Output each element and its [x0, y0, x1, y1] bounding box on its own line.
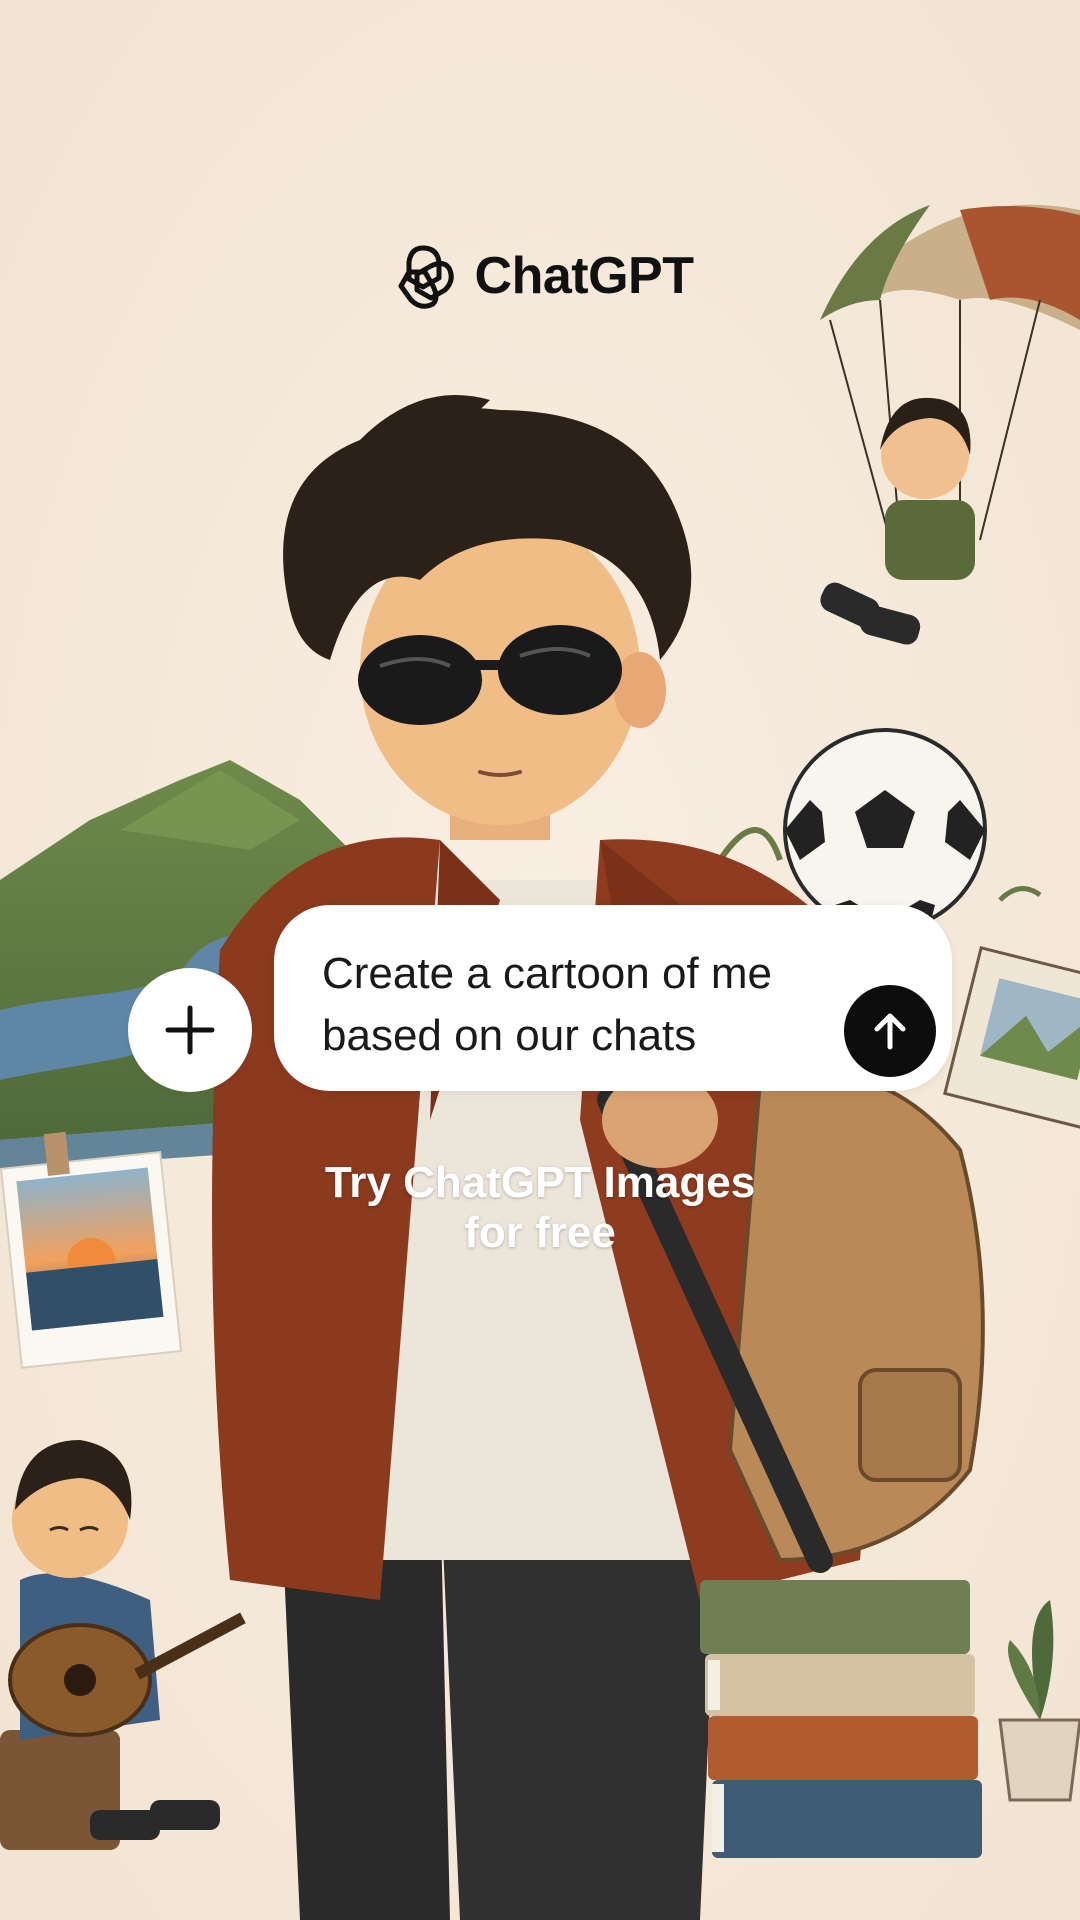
brand-name: ChatGPT	[474, 247, 694, 305]
add-attachment-button[interactable]	[128, 968, 252, 1092]
cta-line-1: Try ChatGPT Images	[324, 1158, 756, 1207]
plus-icon	[165, 1005, 215, 1055]
onboarding-screen: ChatGPT Create a cartoon of me based on …	[0, 0, 1080, 1920]
cta-text: Try ChatGPT Images for free	[0, 1158, 1080, 1258]
openai-knot-icon	[398, 245, 454, 309]
brand-header: ChatGPT	[0, 240, 1080, 312]
send-button[interactable]	[844, 985, 936, 1077]
prompt-text: Create a cartoon of me based on our chat…	[322, 949, 773, 1060]
cta-line-2: for free	[464, 1208, 616, 1257]
stacked-books	[700, 1580, 982, 1858]
arrow-up-icon	[874, 1013, 906, 1050]
prompt-composer[interactable]: Create a cartoon of me based on our chat…	[274, 905, 952, 1091]
